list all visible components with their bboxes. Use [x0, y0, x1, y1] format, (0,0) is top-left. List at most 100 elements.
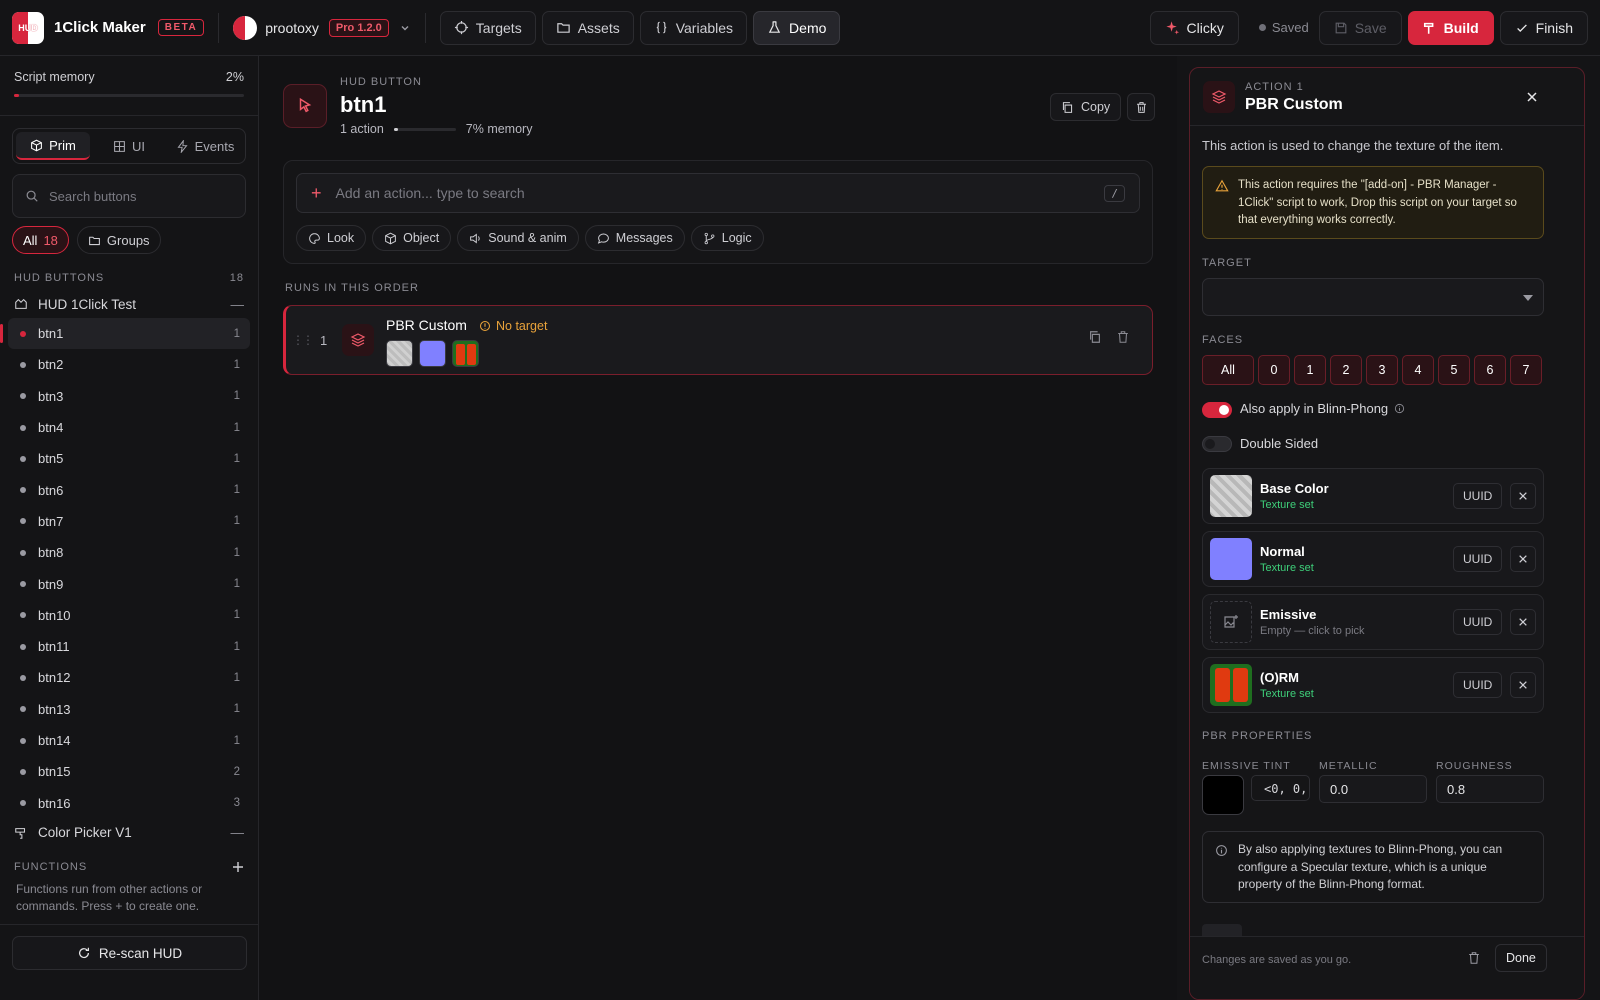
- close-icon[interactable]: [1510, 546, 1536, 572]
- face-2[interactable]: 2: [1330, 355, 1362, 385]
- emissive-color-picker[interactable]: [1202, 775, 1244, 815]
- face-5[interactable]: 5: [1438, 355, 1470, 385]
- sidebar-item-btn15[interactable]: btn15 2: [8, 756, 250, 787]
- tab-prim[interactable]: Prim: [16, 132, 90, 160]
- search-buttons[interactable]: Search buttons: [12, 174, 246, 218]
- texture-slot-orm[interactable]: (O)RM Texture set UUID: [1202, 657, 1544, 713]
- sidebar-item-btn13[interactable]: btn13 1: [8, 694, 250, 725]
- sidebar-item-label: btn14: [38, 733, 71, 748]
- category-sound[interactable]: Sound & anim: [457, 225, 579, 251]
- sidebar-item-btn4[interactable]: btn4 1: [8, 412, 250, 443]
- close-icon[interactable]: [1510, 609, 1536, 635]
- sidebar-item-btn3[interactable]: btn3 1: [8, 381, 250, 412]
- texture-name: (O)RM: [1260, 670, 1299, 685]
- normal-swatch[interactable]: [1210, 538, 1252, 580]
- image-plus-icon[interactable]: [1210, 601, 1252, 643]
- nav-variables[interactable]: Variables: [639, 10, 748, 45]
- sidebar-item-label: btn13: [38, 701, 71, 717]
- double-sided-toggle[interactable]: [1202, 436, 1232, 452]
- sidebar-item-btn1[interactable]: btn1 1: [0, 318, 250, 350]
- filter-all[interactable]: All 18: [12, 226, 69, 254]
- user-avatar[interactable]: [233, 15, 258, 40]
- face-0[interactable]: 0: [1258, 355, 1290, 385]
- roughness-input[interactable]: 0.8: [1436, 775, 1544, 803]
- close-icon[interactable]: [1520, 85, 1544, 109]
- close-icon[interactable]: [1510, 672, 1536, 698]
- face-7[interactable]: 7: [1510, 355, 1542, 385]
- target-select[interactable]: [1202, 278, 1544, 316]
- action-card[interactable]: ⋮⋮ 1 PBR Custom No target: [283, 305, 1153, 375]
- category-look[interactable]: Look: [296, 225, 367, 251]
- save-button[interactable]: Save: [1318, 10, 1402, 45]
- trash-icon[interactable]: [1467, 951, 1481, 965]
- collapse-icon[interactable]: —: [231, 825, 245, 840]
- copy-icon[interactable]: [1088, 330, 1102, 344]
- alert-circle-icon: [479, 320, 491, 332]
- category-logic[interactable]: Logic: [690, 225, 764, 251]
- base-color-swatch[interactable]: [1210, 475, 1252, 517]
- plus-icon[interactable]: [232, 861, 244, 873]
- add-action-input[interactable]: + Add an action... type to search /: [296, 173, 1140, 213]
- copy-button[interactable]: Copy: [1050, 93, 1122, 121]
- rescan-button[interactable]: Re-scan HUD: [12, 936, 247, 970]
- group-color-picker[interactable]: Color Picker V1 —: [0, 819, 258, 847]
- button-list: btn1 1 btn2 1 btn3 1 btn4 1 btn5 1 btn6 1 btn7 1 btn8 1…: [0, 318, 258, 819]
- uuid-button[interactable]: UUID: [1453, 672, 1503, 698]
- drag-handle-icon[interactable]: ⋮⋮: [292, 333, 314, 347]
- face-1[interactable]: 1: [1294, 355, 1326, 385]
- emissive-tint-input[interactable]: <0, 0, 0>: [1251, 775, 1310, 801]
- user-name[interactable]: prootoxy: [265, 20, 319, 36]
- info-icon[interactable]: [1394, 403, 1405, 414]
- build-button[interactable]: Build: [1407, 10, 1494, 45]
- face-3[interactable]: 3: [1366, 355, 1398, 385]
- sidebar-item-btn8[interactable]: btn8 1: [8, 537, 250, 568]
- sidebar-item-btn16[interactable]: btn16 3: [8, 787, 250, 818]
- sidebar-item-btn10[interactable]: btn10 1: [8, 600, 250, 631]
- face-all[interactable]: All: [1202, 355, 1254, 385]
- chevron-down-icon[interactable]: [399, 22, 411, 34]
- metallic-input[interactable]: 0.0: [1319, 775, 1427, 803]
- sidebar-item-btn12[interactable]: btn12 1: [8, 662, 250, 693]
- texture-slot-normal[interactable]: Normal Texture set UUID: [1202, 531, 1544, 587]
- filter-groups[interactable]: Groups: [76, 226, 161, 254]
- nav-demo[interactable]: Demo: [753, 10, 841, 45]
- bullet-icon: [20, 393, 26, 400]
- inspector-sub: ACTION 1: [1245, 81, 1304, 93]
- group-hud-test[interactable]: HUD 1Click Test —: [0, 290, 258, 318]
- sidebar-item-btn6[interactable]: btn6 1: [8, 474, 250, 505]
- uuid-button[interactable]: UUID: [1453, 546, 1503, 572]
- face-6[interactable]: 6: [1474, 355, 1506, 385]
- nav-targets[interactable]: Targets: [439, 10, 536, 45]
- copy-label: Copy: [1081, 100, 1111, 114]
- tab-ui[interactable]: UI: [92, 132, 166, 160]
- clicky-button[interactable]: Clicky: [1149, 10, 1239, 45]
- trash-icon[interactable]: [1116, 330, 1130, 344]
- sidebar-item-btn14[interactable]: btn14 1: [8, 725, 250, 756]
- texture-slot-emissive[interactable]: Emissive Empty — click to pick UUID: [1202, 594, 1544, 650]
- sidebar-item-btn2[interactable]: btn2 1: [8, 349, 250, 380]
- sidebar-item-btn11[interactable]: btn11 1: [8, 631, 250, 662]
- category-messages[interactable]: Messages: [584, 225, 685, 251]
- face-4[interactable]: 4: [1402, 355, 1434, 385]
- done-button[interactable]: Done: [1495, 944, 1547, 972]
- flask-icon: [767, 20, 782, 35]
- sidebar-item-btn5[interactable]: btn5 1: [8, 443, 250, 474]
- sidebar-item-label: btn4: [38, 420, 64, 436]
- sidebar-item-btn7[interactable]: btn7 1: [8, 506, 250, 537]
- delete-button[interactable]: [1127, 93, 1155, 121]
- close-icon[interactable]: [1510, 483, 1536, 509]
- texture-slot-base-color[interactable]: Base Color Texture set UUID: [1202, 468, 1544, 524]
- collapse-icon[interactable]: —: [231, 297, 245, 312]
- cube-icon: [384, 232, 397, 245]
- blinn-phong-toggle[interactable]: [1202, 402, 1232, 418]
- tab-events[interactable]: Events: [168, 132, 242, 160]
- uuid-button[interactable]: UUID: [1453, 609, 1503, 635]
- category-object[interactable]: Object: [372, 225, 452, 251]
- orm-swatch[interactable]: [1210, 664, 1252, 706]
- search-input[interactable]: Search buttons: [49, 189, 136, 204]
- finish-button[interactable]: Finish: [1499, 10, 1588, 45]
- sidebar-item-btn9[interactable]: btn9 1: [8, 568, 250, 599]
- sidebar-item-count: 1: [233, 421, 240, 434]
- uuid-button[interactable]: UUID: [1453, 483, 1503, 509]
- nav-assets[interactable]: Assets: [541, 10, 634, 45]
